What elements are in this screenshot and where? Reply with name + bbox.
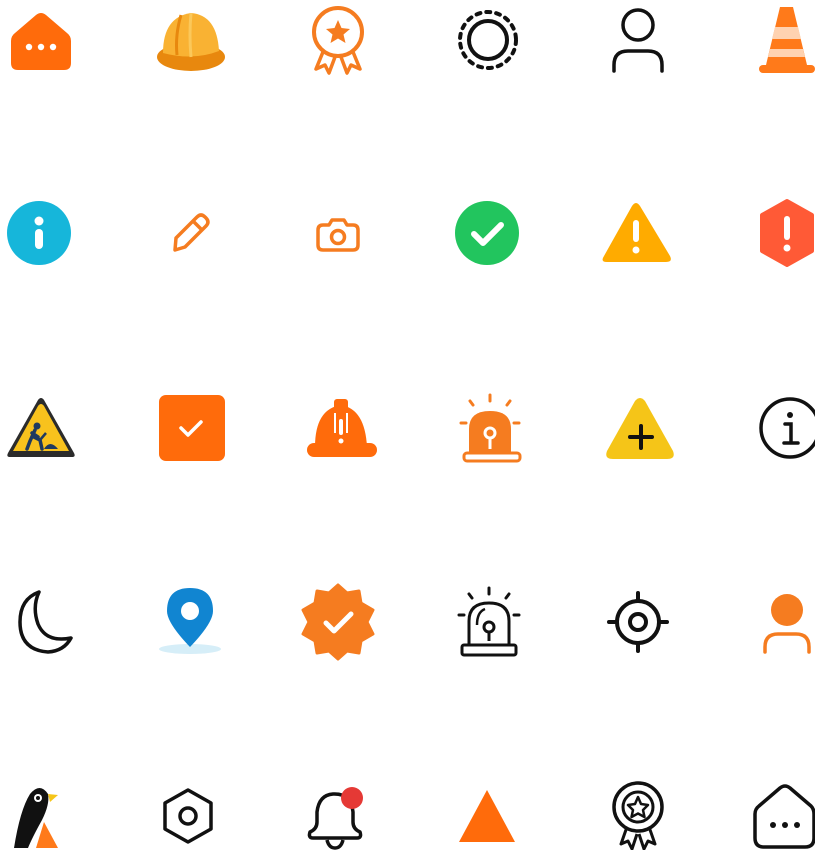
- hex-nut-icon: [155, 780, 225, 850]
- user-outline-icon: [603, 5, 673, 75]
- penguin-bird-logo-icon: [6, 780, 76, 850]
- icon-grid: [0, 0, 815, 850]
- checkbox-checked-icon: [155, 393, 225, 463]
- moon-icon: [6, 587, 76, 657]
- error-hexagon-icon: [745, 198, 815, 268]
- pencil-icon: [155, 198, 225, 268]
- notification-bell-icon: [303, 780, 373, 850]
- info-outline-icon: [745, 393, 815, 463]
- road-work-sign-icon: [6, 393, 76, 463]
- award-ribbon-star-icon: [303, 5, 373, 75]
- check-circle-icon: [453, 198, 523, 268]
- warning-triangle-icon: [602, 198, 673, 268]
- add-triangle-icon: [603, 393, 674, 463]
- hard-hat-icon: [155, 5, 225, 75]
- loading-circle-icon: [453, 5, 523, 75]
- chat-bubble-outline-icon: [745, 780, 815, 850]
- verified-badge-icon: [301, 583, 375, 661]
- camera-icon: [303, 198, 373, 268]
- alarm-siren-icon: [453, 393, 523, 463]
- award-ribbon-outline-icon: [603, 780, 673, 850]
- user-solid-icon: [745, 587, 815, 657]
- alarm-siren-outline-icon: [453, 586, 523, 657]
- traffic-cone-icon: [745, 5, 815, 75]
- hard-hat-alert-icon: [303, 393, 377, 463]
- crosshair-target-icon: [603, 587, 673, 657]
- triangle-icon: [453, 780, 523, 850]
- location-pin-icon: [155, 587, 225, 657]
- chat-bubble-dots-icon: [6, 5, 76, 75]
- info-circle-icon: [6, 198, 76, 268]
